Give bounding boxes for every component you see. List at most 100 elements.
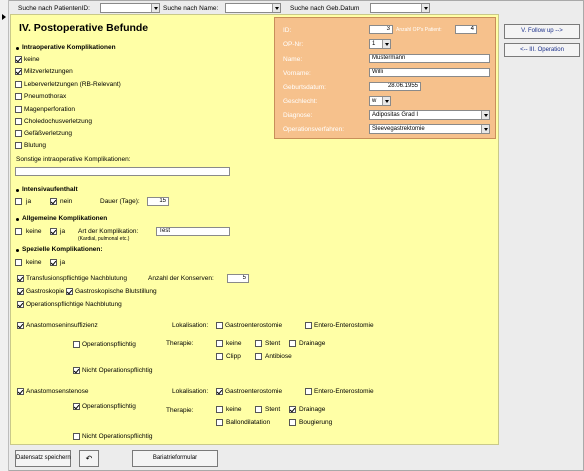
checkbox-insuff-gastroentero[interactable] xyxy=(216,322,223,329)
intraop-gefaess-label: Gefäßverletzung xyxy=(24,130,73,137)
checkbox-insuff-oppflichtig[interactable] xyxy=(73,341,80,348)
chevron-down-icon[interactable] xyxy=(272,4,280,12)
geb-input[interactable]: 28.06.1955 xyxy=(369,82,421,91)
diagnose-dropdown[interactable]: Adipositas Grad I xyxy=(369,110,490,120)
checkbox-stenose-bougierung[interactable] xyxy=(289,419,296,426)
checkbox-stenose-stent[interactable] xyxy=(255,406,262,413)
patient-info-box xyxy=(274,17,496,139)
opnr-value: 1 xyxy=(372,41,376,47)
intraop-heading: Intraoperative Komplikationen xyxy=(22,44,116,51)
insuff-enteroentero-label: Entero-Enterostomie xyxy=(314,322,374,329)
record-selector[interactable] xyxy=(0,0,9,471)
insuff-drainage-label: Drainage xyxy=(299,340,326,347)
id-input[interactable]: 3 xyxy=(369,25,393,34)
checkbox-insuffizienz[interactable] xyxy=(17,322,24,329)
checkbox-stenose-oppflichtig[interactable] xyxy=(73,403,80,410)
verfahren-label: Operationsverfahren: xyxy=(283,126,345,133)
bariatrie-form-button[interactable]: Bariatrieformular xyxy=(132,450,218,467)
checkbox-op-nachblutung[interactable] xyxy=(17,301,24,308)
stenose-drainage-label: Drainage xyxy=(299,406,326,413)
anzahl-label: Anzahl OP's Patient: xyxy=(396,27,442,33)
stenose-oppflichtig-label: Operationspflichtig xyxy=(82,403,136,410)
checkbox-stenose-gastroentero[interactable] xyxy=(216,388,223,395)
checkbox-intraop-milz[interactable] xyxy=(15,68,22,75)
intraop-blutung-label: Blutung xyxy=(24,142,47,149)
intraop-magen-label: Magenperforation xyxy=(24,106,75,113)
checkbox-intensiv-ja[interactable] xyxy=(15,198,22,205)
bullet-icon xyxy=(16,249,19,252)
intraop-milz-label: Milzverletzungen xyxy=(24,68,73,75)
checkbox-allgemein-keine[interactable] xyxy=(15,228,22,235)
intensiv-heading: Intensivaufenthalt xyxy=(22,186,78,193)
checkbox-stenose-ballon[interactable] xyxy=(216,419,223,426)
dauer-input[interactable]: 15 xyxy=(147,197,169,206)
opnr-dropdown[interactable]: 1 xyxy=(369,39,391,49)
operation-button[interactable]: <-- III. Operation xyxy=(504,43,580,57)
insuff-oppflichtig-label: Operationspflichtig xyxy=(82,341,136,348)
search-name-dropdown[interactable] xyxy=(225,3,281,13)
chevron-down-icon[interactable] xyxy=(421,4,429,12)
checkbox-stenose-drainage[interactable] xyxy=(289,406,296,413)
checkbox-insuff-keine[interactable] xyxy=(216,340,223,347)
follow-up-button[interactable]: V. Follow up --> xyxy=(504,24,580,39)
intraop-leber-label: Leberverletzungen (RB-Relevant) xyxy=(24,81,121,88)
stenose-ballon-label: Ballondilatation xyxy=(226,419,271,426)
bullet-icon xyxy=(16,47,19,50)
search-name-label: Suche nach Name: xyxy=(163,5,219,12)
checkbox-intensiv-nein[interactable] xyxy=(50,198,57,205)
search-patient-label: Suche nach PatientenID: xyxy=(18,5,90,12)
insuff-antibiose-label: Antibiose xyxy=(265,353,292,360)
art-sublabel: (Kardial, pulmonal etc.) xyxy=(78,236,130,242)
chevron-down-icon[interactable] xyxy=(151,4,159,12)
search-dob-dropdown[interactable] xyxy=(370,3,430,13)
checkbox-intraop-magen[interactable] xyxy=(15,106,22,113)
dauer-label: Dauer (Tage): xyxy=(100,198,140,205)
checkbox-intraop-gefaess[interactable] xyxy=(15,130,22,137)
chevron-down-icon[interactable] xyxy=(481,111,489,119)
insuff-lokalisation-label: Lokalisation: xyxy=(172,322,209,329)
intraop-pneumo-label: Pneumothorax xyxy=(24,93,67,100)
art-input[interactable]: Test xyxy=(156,227,230,236)
checkbox-insuff-stent[interactable] xyxy=(255,340,262,347)
checkbox-insuff-enteroentero[interactable] xyxy=(305,322,312,329)
intensiv-ja-label: ja xyxy=(26,198,32,205)
konserven-input[interactable]: 5 xyxy=(227,274,249,283)
checkbox-insuff-antibiose[interactable] xyxy=(255,353,262,360)
chevron-down-icon[interactable] xyxy=(382,97,390,105)
checkbox-intraop-blutung[interactable] xyxy=(15,142,22,149)
checkbox-allgemein-ja[interactable] xyxy=(50,228,57,235)
checkbox-intraop-pneumo[interactable] xyxy=(15,93,22,100)
name-input[interactable]: Mustermann xyxy=(369,54,490,63)
checkbox-speziell-keine[interactable] xyxy=(15,259,22,266)
sonstige-label: Sonstige intraoperative Komplikationen: xyxy=(16,156,131,163)
checkbox-gastro-blutstillung[interactable] xyxy=(66,288,73,295)
allgemein-ja-label: ja xyxy=(60,228,66,235)
checkbox-insuff-drainage[interactable] xyxy=(289,340,296,347)
search-patient-dropdown[interactable] xyxy=(100,3,160,13)
undo-button[interactable]: ↶ xyxy=(79,450,99,467)
checkbox-stenose-enteroentero[interactable] xyxy=(305,388,312,395)
checkbox-transfusion[interactable] xyxy=(17,275,24,282)
checkbox-gastroskopie[interactable] xyxy=(17,288,24,295)
checkbox-intraop-keine[interactable] xyxy=(15,56,22,63)
verfahren-dropdown[interactable]: Sleevegastrektomie xyxy=(369,124,490,134)
insuffizienz-label: Anastomoseninsuffizienz xyxy=(26,322,98,329)
checkbox-stenose[interactable] xyxy=(17,388,24,395)
save-record-button[interactable]: Datensatz speichern xyxy=(15,450,71,467)
insuff-therapie-label: Therapie: xyxy=(166,340,194,347)
chevron-down-icon[interactable] xyxy=(481,125,489,133)
checkbox-insuff-clipp[interactable] xyxy=(216,353,223,360)
vorname-input[interactable]: Willi xyxy=(369,68,490,77)
chevron-down-icon[interactable] xyxy=(382,40,390,48)
checkbox-stenose-nicht[interactable] xyxy=(73,433,80,440)
checkbox-speziell-ja[interactable] xyxy=(50,259,57,266)
checkbox-stenose-keine[interactable] xyxy=(216,406,223,413)
allgemein-heading: Allgemeine Komplikationen xyxy=(22,215,108,222)
insuff-stent-label: Stent xyxy=(265,340,281,347)
checkbox-intraop-leber[interactable] xyxy=(15,81,22,88)
checkbox-intraop-choledochus[interactable] xyxy=(15,118,22,125)
sonstige-input[interactable] xyxy=(15,167,230,176)
geschlecht-dropdown[interactable]: w xyxy=(369,96,391,106)
anzahl-input[interactable]: 4 xyxy=(455,25,477,34)
checkbox-insuff-nicht[interactable] xyxy=(73,367,80,374)
